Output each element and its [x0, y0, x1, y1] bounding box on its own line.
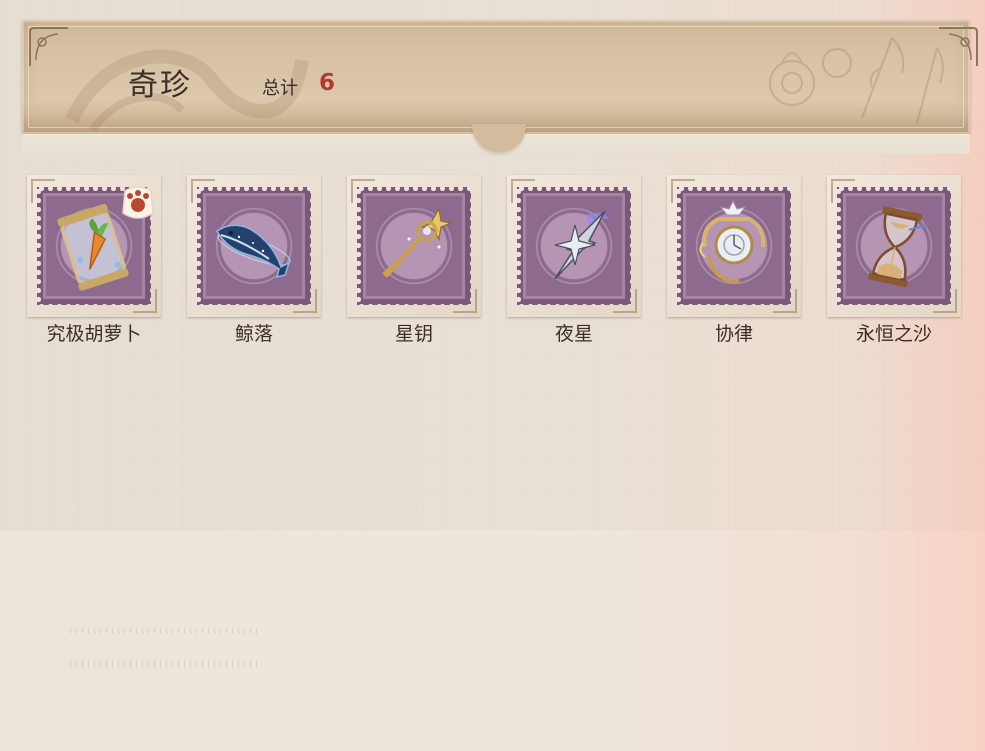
item-label: 究极胡萝卜	[46, 323, 142, 345]
collection-item-ultimate-carrot[interactable]: 究极胡萝卜	[27, 175, 161, 350]
hourglass-icon	[868, 206, 927, 288]
item-label: 永恒之沙	[855, 323, 932, 345]
collection-item-harmony[interactable]: 协律	[667, 175, 801, 350]
collection-item-whale-fall[interactable]: 鲸落	[187, 175, 321, 350]
item-label: 星钥	[394, 323, 433, 345]
stamp-card	[187, 175, 321, 317]
item-label: 鲸落	[234, 323, 273, 345]
faded-ruler-decoration	[70, 628, 260, 670]
item-label: 夜星	[554, 323, 593, 345]
star-key-icon	[382, 207, 454, 278]
stamp-card	[347, 175, 481, 317]
whale-icon	[216, 224, 291, 279]
paw-sticker-icon	[122, 186, 154, 219]
night-star-icon	[554, 210, 609, 280]
collection-item-eternal-sand[interactable]: 永恒之沙	[827, 175, 961, 350]
stamp-card	[507, 175, 641, 317]
collection-item-star-key[interactable]: 星钥	[347, 175, 481, 350]
collection-grid: 究极胡萝卜 鲸落 星钥 夜星 协律 永恒之沙	[0, 0, 985, 360]
stamp-card	[827, 175, 961, 317]
collection-item-night-star[interactable]: 夜星	[507, 175, 641, 350]
pocket-watch-icon	[699, 199, 766, 283]
item-label: 协律	[714, 323, 753, 345]
stamp-card	[667, 175, 801, 317]
